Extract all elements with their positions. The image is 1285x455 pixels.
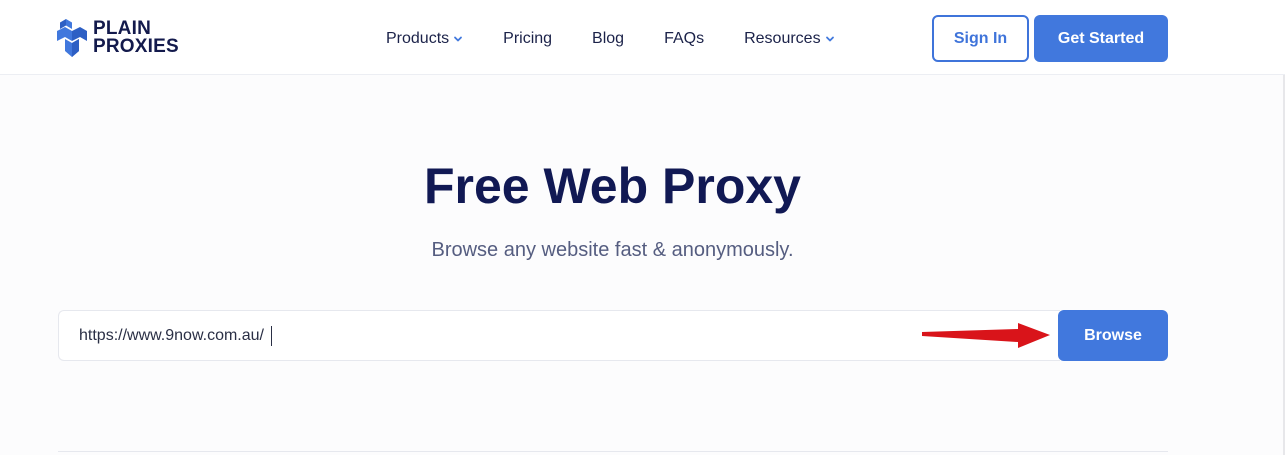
- nav-resources[interactable]: Resources: [744, 30, 834, 48]
- nav-pricing[interactable]: Pricing: [503, 30, 552, 48]
- url-input[interactable]: [58, 310, 1060, 361]
- brand-wordmark: PLAIN PROXIES: [93, 19, 179, 57]
- page-subtitle: Browse any website fast & anonymously.: [431, 239, 794, 261]
- brand-line-2: PROXIES: [93, 36, 179, 57]
- sign-in-button[interactable]: Sign In: [932, 15, 1029, 62]
- top-navbar: PLAIN PROXIES Products Pricing Blog FAQs…: [0, 0, 1285, 75]
- nav-pricing-label: Pricing: [503, 30, 553, 47]
- main-nav: Products Pricing Blog FAQs Resources: [386, 28, 875, 50]
- text-cursor: [271, 326, 272, 346]
- red-arrow-annotation-icon: [922, 323, 1050, 348]
- chevron-down-icon: [825, 36, 834, 42]
- nav-blog-label: Blog: [592, 30, 625, 47]
- get-started-button[interactable]: Get Started: [1034, 15, 1168, 62]
- nav-faqs-label: FAQs: [664, 30, 705, 47]
- nav-products-label: Products: [386, 30, 450, 47]
- nav-products[interactable]: Products: [386, 30, 463, 48]
- page-title: Free Web Proxy: [423, 158, 801, 214]
- nav-blog[interactable]: Blog: [592, 30, 624, 48]
- nav-faqs[interactable]: FAQs: [664, 30, 704, 48]
- section-divider: [58, 451, 1168, 452]
- brand-logo[interactable]: PLAIN PROXIES: [57, 19, 179, 57]
- browse-button[interactable]: Browse: [1058, 310, 1168, 361]
- cube-logo-icon: [57, 19, 87, 57]
- chevron-down-icon: [454, 36, 463, 42]
- nav-resources-label: Resources: [744, 30, 821, 47]
